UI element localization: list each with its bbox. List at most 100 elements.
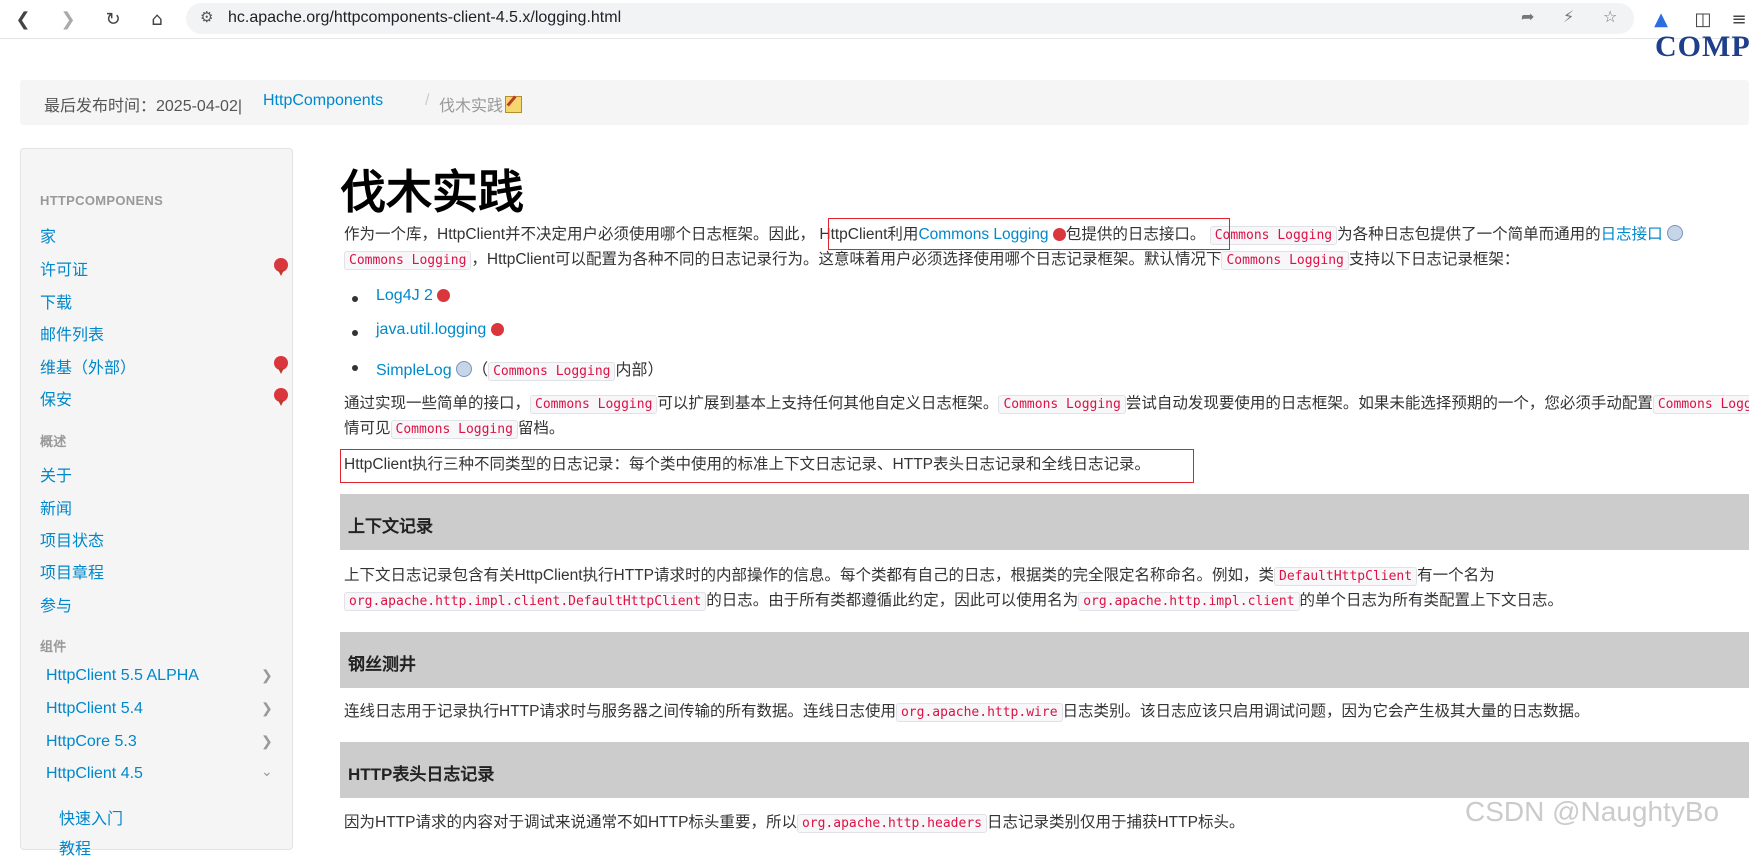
sidebar-header-overview: 概述 bbox=[40, 434, 67, 449]
globe-icon bbox=[1666, 225, 1683, 241]
site-info-icon[interactable]: ⚙ bbox=[200, 8, 213, 26]
extensions-puzzle-icon[interactable]: ◫ bbox=[1690, 6, 1716, 32]
code-commons-logging: Commons Logging bbox=[488, 362, 616, 381]
sidebar-item-news[interactable]: 新闻 bbox=[40, 495, 72, 519]
sidebar-item-home[interactable]: 家 bbox=[40, 223, 56, 247]
share-icon[interactable]: ➦ bbox=[1521, 7, 1534, 26]
code-default-http-client: DefaultHttpClient bbox=[1274, 567, 1418, 586]
extension-logo-icon[interactable]: ▲ bbox=[1648, 6, 1674, 32]
lightning-icon[interactable]: ⚡ bbox=[1563, 7, 1574, 26]
sidebar-item-license[interactable]: 许可证 bbox=[40, 256, 88, 280]
address-bar[interactable]: ⚙ hc.apache.org/httpcomponents-client-4.… bbox=[186, 3, 1634, 34]
section-header-logging: HTTP表头日志记录 bbox=[340, 742, 1749, 798]
code-impl-client: org.apache.http.impl.client bbox=[1078, 592, 1300, 611]
publish-date: 最后发布时间：2025-04-02| bbox=[44, 98, 243, 115]
code-http-headers: org.apache.http.headers bbox=[796, 814, 987, 833]
code-commons-logging: Commons Logging bbox=[998, 395, 1126, 414]
s2-text-a: 连线日志用于记录执行HTTP请求时与服务器之间传输的所有数据。连线日志使用 bbox=[344, 703, 896, 720]
code-commons-logging: Commons Logging bbox=[1221, 251, 1349, 270]
sidebar-item-security[interactable]: 保安 bbox=[40, 386, 72, 410]
sidebar-item-wiki[interactable]: 维基（外部） bbox=[40, 354, 136, 378]
section1-line2: org.apache.http.impl.client.DefaultHttpC… bbox=[344, 589, 1563, 614]
log4j2-link[interactable]: Log4J 2 bbox=[376, 287, 433, 304]
s1-text-a: 上下文日志记录包含有关HttpClient执行HTTP请求时的内部操作的信息。每… bbox=[344, 567, 1275, 584]
sidebar-item-quickstart[interactable]: 快速入门 bbox=[59, 805, 123, 829]
breadcrumb-home-link[interactable]: HttpComponents bbox=[263, 92, 383, 110]
paragraph2-line1: 通过实现一些简单的接口， Commons Logging 可以扩展到基本上支持任何其… bbox=[344, 392, 1749, 417]
intro-text-f: ，HttpClient可以配置为各种不同的日志记录行为。这意味着用户必须选择使用… bbox=[471, 251, 1222, 268]
url-text: hc.apache.org/httpcomponents-client-4.5.… bbox=[228, 9, 622, 26]
edit-icon[interactable] bbox=[505, 96, 523, 113]
paragraph2-line2: 情可见 Commons Logging 留档。 bbox=[344, 417, 564, 442]
s1-text-d: 的单个日志为所有类配置上下文日志。 bbox=[1299, 592, 1564, 609]
sidebar-item-get-involved[interactable]: 参与 bbox=[40, 592, 72, 616]
section-context-logging: 上下文记录 bbox=[340, 494, 1749, 550]
reload-icon[interactable]: ↻ bbox=[100, 6, 126, 32]
menu-icon[interactable]: ≡ bbox=[1726, 6, 1749, 32]
sidebar-header-httpcomponents: HTTPCOMPONENS bbox=[40, 193, 164, 208]
sidebar-item-httpclient-5-4[interactable]: HttpClient 5.4 bbox=[46, 700, 143, 718]
s2-text-b: 日志类别。该日志应该只启用调试问题，因为它会产生极其大量的日志数据。 bbox=[1062, 703, 1590, 720]
list-bullet bbox=[352, 365, 358, 371]
sidebar-item-project-status[interactable]: 项目状态 bbox=[40, 527, 104, 551]
external-link-icon bbox=[490, 323, 504, 336]
forward-icon[interactable]: ❯ bbox=[55, 6, 81, 32]
list-bullet bbox=[352, 296, 358, 302]
p2-text-a: 通过实现一些简单的接口， bbox=[344, 395, 531, 412]
p2-text-d: 情可见 bbox=[344, 420, 391, 437]
intro-paragraph-line2: Commons Logging ，HttpClient可以配置为各种不同的日志记录… bbox=[344, 248, 1519, 273]
chevron-right-icon[interactable]: ❯ bbox=[261, 733, 273, 750]
java-util-logging-link[interactable]: java.util.logging bbox=[376, 321, 486, 338]
highlight-box bbox=[828, 218, 1230, 250]
sidebar-header-components: 组件 bbox=[40, 639, 67, 654]
list-item-java-util-logging: java.util.logging bbox=[376, 321, 504, 339]
breadcrumb-current: 伐木实践 bbox=[439, 92, 523, 116]
simplelog-link[interactable]: SimpleLog bbox=[376, 362, 452, 379]
home-icon[interactable]: ⌂ bbox=[144, 6, 170, 32]
breadcrumb-current-label: 伐木实践 bbox=[439, 98, 504, 115]
external-link-icon bbox=[274, 258, 288, 272]
sidebar-item-httpclient-5-5[interactable]: HttpClient 5.5 ALPHA bbox=[46, 667, 199, 685]
sidebar-item-download[interactable]: 下载 bbox=[40, 289, 72, 313]
list-item-log4j2: Log4J 2 bbox=[376, 287, 451, 305]
simplelog-suffix: 内部） bbox=[615, 362, 664, 379]
chevron-right-icon[interactable]: ❯ bbox=[261, 667, 273, 684]
sidebar-item-about[interactable]: 关于 bbox=[40, 462, 72, 486]
external-link-icon bbox=[274, 356, 288, 370]
section1-line1: 上下文日志记录包含有关HttpClient执行HTTP请求时的内部操作的信息。每… bbox=[344, 564, 1495, 589]
code-default-http-client-fqn: org.apache.http.impl.client.DefaultHttpC… bbox=[344, 592, 707, 611]
highlight-box bbox=[340, 449, 1194, 483]
back-icon[interactable]: ❮ bbox=[10, 6, 36, 32]
section-header-title: HTTP表头日志记录 bbox=[348, 765, 495, 784]
page-title: 伐木实践 bbox=[340, 165, 524, 219]
p2-text-b: 可以扩展到基本上支持任何其他自定义日志框架。 bbox=[657, 395, 999, 412]
intro-text-e: 为各种日志包提供了一个简单而通用的 bbox=[1337, 226, 1601, 243]
sidebar-item-charter[interactable]: 项目章程 bbox=[40, 559, 104, 583]
breadcrumb: 最后发布时间：2025-04-02| HttpComponents / 伐木实践 bbox=[20, 80, 1749, 125]
code-commons-logging: Commons Logging bbox=[390, 420, 518, 439]
chevron-right-icon[interactable]: ❯ bbox=[261, 700, 273, 717]
globe-icon bbox=[456, 361, 473, 377]
breadcrumb-separator: / bbox=[425, 92, 430, 109]
sidebar-item-tutorial[interactable]: 教程 bbox=[59, 835, 91, 859]
sidebar-item-mailing-lists[interactable]: 邮件列表 bbox=[40, 321, 104, 345]
code-commons-logging: Commons Logging bbox=[344, 251, 472, 270]
section2-line1: 连线日志用于记录执行HTTP请求时与服务器之间传输的所有数据。连线日志使用 org… bbox=[344, 700, 1590, 725]
sidebar-item-httpcore-5-3[interactable]: HttpCore 5.3 bbox=[46, 733, 137, 751]
code-commons-logging: Commons Logging bbox=[1652, 395, 1749, 414]
s3-text-a: 因为HTTP请求的内容对于调试来说通常不如HTTP标头重要，所以 bbox=[344, 814, 797, 831]
section-wire-title: 钢丝测井 bbox=[348, 655, 416, 674]
browser-toolbar: ❮ ❯ ↻ ⌂ ⚙ hc.apache.org/httpcomponents-c… bbox=[0, 0, 1749, 39]
code-http-wire: org.apache.http.wire bbox=[895, 703, 1063, 722]
csdn-watermark: CSDN @NaughtyBo bbox=[1465, 796, 1720, 827]
s3-text-b: 日志记录类别仅用于捕获HTTP标头。 bbox=[986, 814, 1245, 831]
chevron-down-icon[interactable]: ⌄ bbox=[261, 763, 273, 780]
external-link-icon bbox=[274, 388, 288, 402]
sidebar-nav: HTTPCOMPONENS 家 许可证 下载 邮件列表 维基（外部） 保安 概述… bbox=[20, 148, 293, 858]
simplelog-paren: （ bbox=[472, 362, 489, 379]
star-icon[interactable]: ☆ bbox=[1603, 7, 1617, 26]
logging-interface-link[interactable]: 日志接口 bbox=[1601, 226, 1663, 243]
list-item-simplelog: SimpleLog （Commons Logging 内部） bbox=[376, 356, 664, 381]
sidebar-item-httpclient-4-5[interactable]: HttpClient 4.5 bbox=[46, 765, 143, 783]
code-commons-logging: Commons Logging bbox=[530, 395, 658, 414]
